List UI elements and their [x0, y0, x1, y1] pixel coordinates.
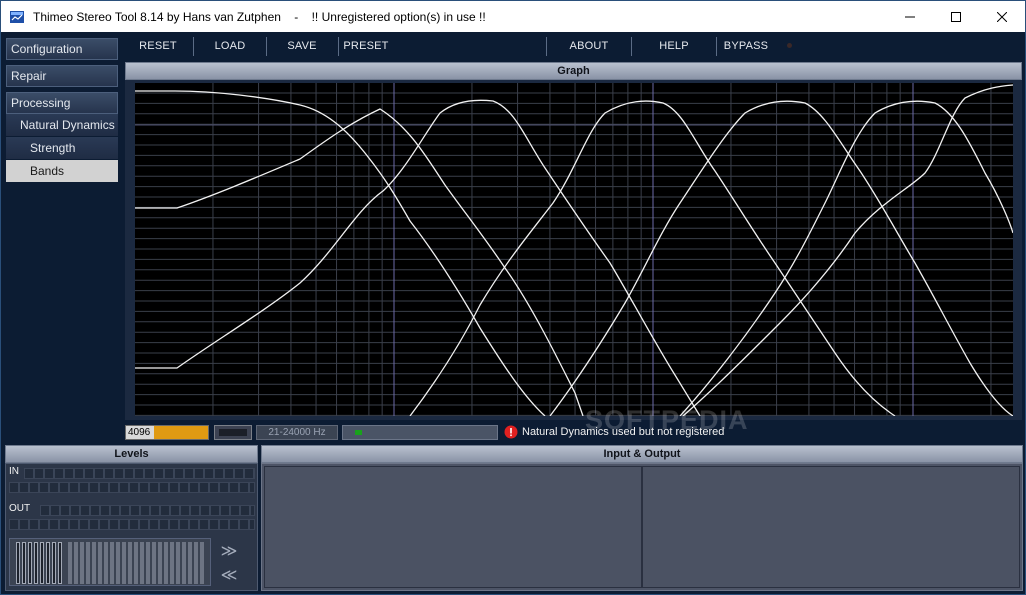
- band-fader[interactable]: [16, 542, 20, 584]
- load-button[interactable]: LOAD: [208, 32, 252, 60]
- band-fader[interactable]: [110, 542, 114, 584]
- toolbar-divider: [716, 37, 717, 56]
- sidebar-item-natural-dynamics[interactable]: Natural Dynamics: [6, 114, 118, 136]
- band-fader-bank: [9, 538, 211, 586]
- sidebar-item-repair[interactable]: Repair: [6, 65, 118, 87]
- close-button[interactable]: [979, 1, 1025, 32]
- toolbar-divider: [338, 37, 339, 56]
- band-fader[interactable]: [200, 542, 204, 584]
- preset-button[interactable]: PRESET: [342, 32, 390, 60]
- help-button[interactable]: HELP: [652, 32, 696, 60]
- input-meter-right: [9, 482, 255, 493]
- band-fader[interactable]: [104, 542, 108, 584]
- band-fader[interactable]: [22, 542, 26, 584]
- watermark: SOFTPEDIA: [585, 405, 749, 435]
- maximize-button[interactable]: [933, 1, 979, 32]
- band-fader[interactable]: [34, 542, 38, 584]
- band-fader[interactable]: [164, 542, 168, 584]
- back-arrow-button[interactable]: ≪: [216, 566, 242, 584]
- sidebar-item-bands[interactable]: Bands: [6, 160, 118, 182]
- buffer-size-label: 4096: [126, 426, 154, 439]
- about-button[interactable]: ABOUT: [564, 32, 614, 60]
- band-fader[interactable]: [170, 542, 174, 584]
- window-title: Thimeo Stereo Tool 8.14 by Hans van Zutp…: [33, 9, 486, 24]
- band-fader[interactable]: [152, 542, 156, 584]
- band-response-graph[interactable]: [135, 83, 1013, 416]
- output-meter-label: OUT: [9, 503, 31, 514]
- band-fader[interactable]: [92, 542, 96, 584]
- band-fader[interactable]: [146, 542, 150, 584]
- band-fader[interactable]: [68, 542, 72, 584]
- band-fader[interactable]: [134, 542, 138, 584]
- band-fader[interactable]: [158, 542, 162, 584]
- close-icon: [997, 11, 1007, 22]
- band-fader[interactable]: [194, 542, 198, 584]
- band-fader[interactable]: [58, 542, 62, 584]
- sidebar: Configuration Repair Processing Natural …: [1, 32, 122, 442]
- clip-indicator: [214, 425, 252, 440]
- band-fader[interactable]: [46, 542, 50, 584]
- output-meter-right: [9, 519, 255, 530]
- toolbar-divider: [193, 37, 194, 56]
- band-fader[interactable]: [188, 542, 192, 584]
- band-fader[interactable]: [140, 542, 144, 584]
- band-fader[interactable]: [52, 542, 56, 584]
- maximize-icon: [951, 11, 961, 22]
- io-panel-header: Input & Output: [261, 445, 1023, 463]
- minimize-button[interactable]: [887, 1, 933, 32]
- band-fader[interactable]: [116, 542, 120, 584]
- sidebar-item-configuration[interactable]: Configuration: [6, 38, 118, 60]
- band-fader[interactable]: [74, 542, 78, 584]
- toolbar: RESET LOAD SAVE PRESET ABOUT HELP BYPASS: [122, 32, 1025, 60]
- band-fader[interactable]: [28, 542, 32, 584]
- title-bar: Thimeo Stereo Tool 8.14 by Hans van Zutp…: [1, 1, 1025, 32]
- sidebar-item-strength[interactable]: Strength: [6, 137, 118, 159]
- toolbar-divider: [546, 37, 547, 56]
- toolbar-divider: [266, 37, 267, 56]
- app-logo-icon: [10, 10, 24, 23]
- cpu-led: [355, 430, 362, 435]
- levels-panel-header: Levels: [5, 445, 258, 463]
- cpu-meter: [342, 425, 498, 440]
- levels-panel: IN OUT ≫ ≪: [5, 463, 258, 591]
- app-window: Thimeo Stereo Tool 8.14 by Hans van Zutp…: [0, 0, 1026, 595]
- frequency-range-display: 21-24000 Hz: [256, 425, 338, 440]
- status-strip: 4096 21-24000 Hz Natural Dynamics used b…: [125, 424, 1022, 442]
- graph-panel: [125, 80, 1022, 420]
- bypass-indicator: [787, 43, 792, 48]
- input-meter-label: IN: [9, 466, 19, 477]
- band-fader[interactable]: [86, 542, 90, 584]
- band-fader[interactable]: [80, 542, 84, 584]
- band-fader[interactable]: [176, 542, 180, 584]
- reset-button[interactable]: RESET: [134, 32, 182, 60]
- band-fader[interactable]: [122, 542, 126, 584]
- output-meter-left: [40, 505, 255, 516]
- minimize-icon: [905, 16, 915, 17]
- sidebar-item-processing[interactable]: Processing: [6, 92, 118, 114]
- bypass-button[interactable]: BYPASS: [723, 32, 769, 60]
- graph-panel-header: Graph: [125, 62, 1022, 80]
- band-fader[interactable]: [128, 542, 132, 584]
- input-meter-left: [24, 468, 255, 479]
- output-section[interactable]: [642, 466, 1020, 588]
- toolbar-divider: [631, 37, 632, 56]
- io-panel: [261, 463, 1023, 591]
- warning-icon: [504, 425, 518, 439]
- input-section[interactable]: [264, 466, 642, 588]
- band-fader[interactable]: [98, 542, 102, 584]
- forward-arrow-button[interactable]: ≫: [216, 542, 242, 560]
- band-fader[interactable]: [40, 542, 44, 584]
- buffer-meter: 4096: [125, 425, 209, 440]
- save-button[interactable]: SAVE: [280, 32, 324, 60]
- band-fader[interactable]: [182, 542, 186, 584]
